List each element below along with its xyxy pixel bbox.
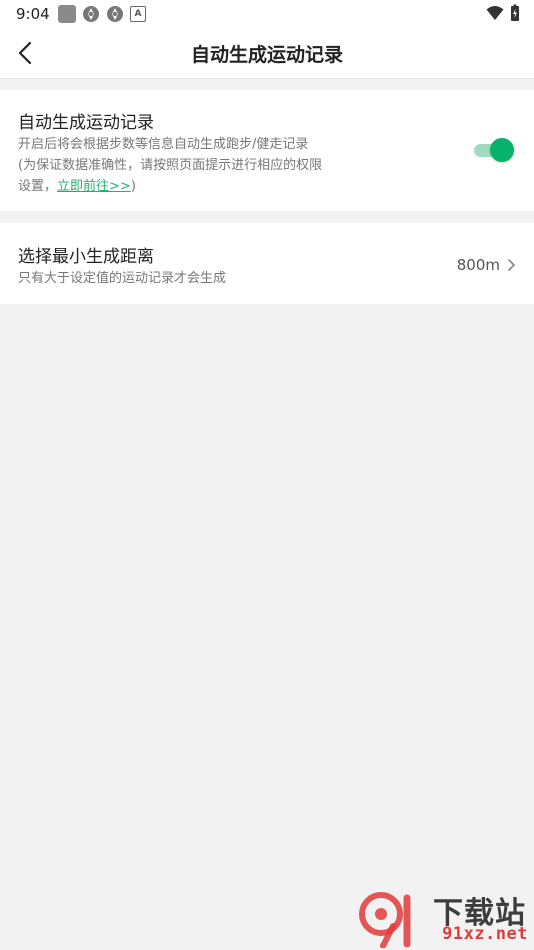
watermark-logo: [359, 892, 411, 948]
auto-record-description: 开启后将会根据步数等信息自动生成跑步/健走记录 (为保证数据准确性，请按照页面提…: [18, 134, 328, 197]
page-title: 自动生成运动记录: [190, 44, 343, 66]
system-icons: [486, 4, 520, 22]
status-bar: 9:04 A: [0, 0, 534, 28]
description-line1: 开启后将会根据步数等信息自动生成跑步/健走记录: [18, 137, 309, 152]
notification-icons: A: [58, 5, 146, 23]
auto-record-title: 自动生成运动记录: [18, 113, 154, 133]
watermark: 下载站 91xz.net: [357, 886, 532, 950]
wifi-icon: [486, 6, 504, 20]
aperture-icon: [107, 6, 123, 22]
status-time: 9:04: [16, 5, 50, 23]
min-distance-description: 只有大于设定值的运动记录才会生成: [18, 271, 227, 286]
auto-record-setting: 自动生成运动记录 开启后将会根据步数等信息自动生成跑步/健走记录 (为保证数据准…: [0, 90, 534, 211]
auto-record-toggle[interactable]: [474, 138, 514, 162]
toggle-thumb: [490, 138, 514, 162]
a-badge-icon: A: [130, 6, 146, 22]
min-distance-title: 选择最小生成距离: [18, 247, 154, 267]
description-suffix: ): [130, 179, 136, 194]
min-distance-value: 800m: [456, 256, 500, 274]
go-now-link[interactable]: 立即前往>>: [57, 179, 131, 194]
description-line2: (为保证数据准确性，请按照页面提示进行相应的权限设置，立即前往>>): [18, 155, 328, 197]
battery-charging-icon: [511, 4, 519, 21]
min-distance-setting[interactable]: 选择最小生成距离 只有大于设定值的运动记录才会生成 800m: [0, 223, 534, 304]
nav-bar: 自动生成运动记录: [0, 28, 534, 79]
watermark-sub-text: 91xz.net: [442, 924, 528, 944]
chevron-right-icon: [508, 259, 515, 271]
aperture-icon: [83, 6, 99, 22]
gray-square-icon: [58, 5, 76, 23]
